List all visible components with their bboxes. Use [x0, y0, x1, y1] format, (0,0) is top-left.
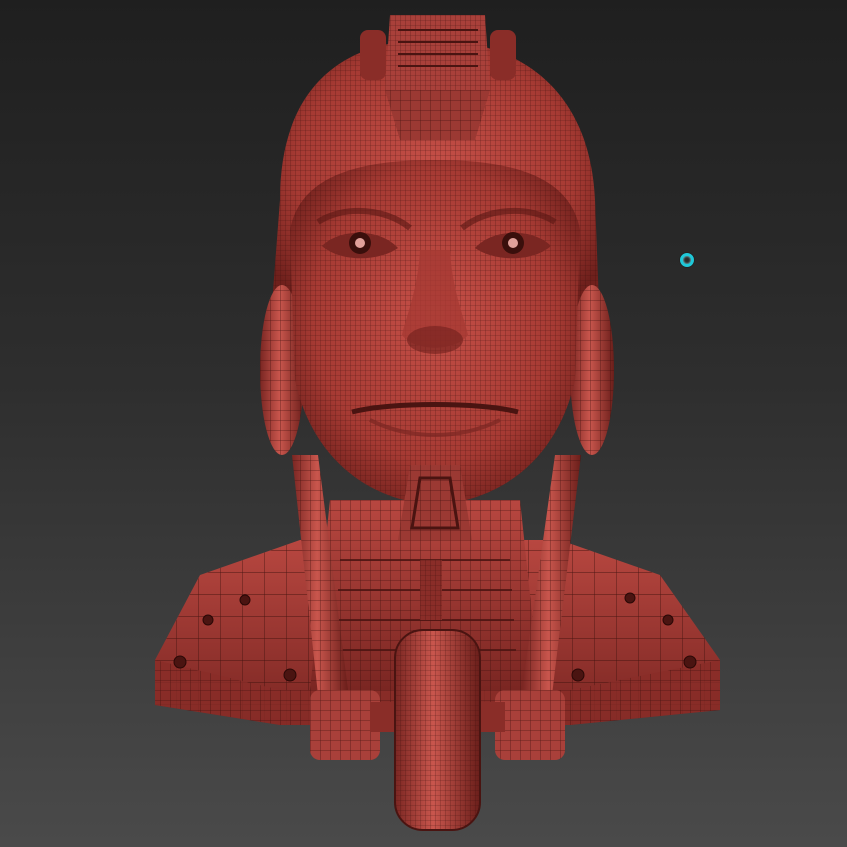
brush-cursor-icon: [680, 253, 694, 267]
front-collar-wheel: [394, 629, 481, 831]
face: [290, 160, 580, 505]
robot-head-model[interactable]: [0, 0, 847, 847]
3d-viewport[interactable]: [0, 0, 847, 847]
chin-guard: [398, 465, 472, 540]
